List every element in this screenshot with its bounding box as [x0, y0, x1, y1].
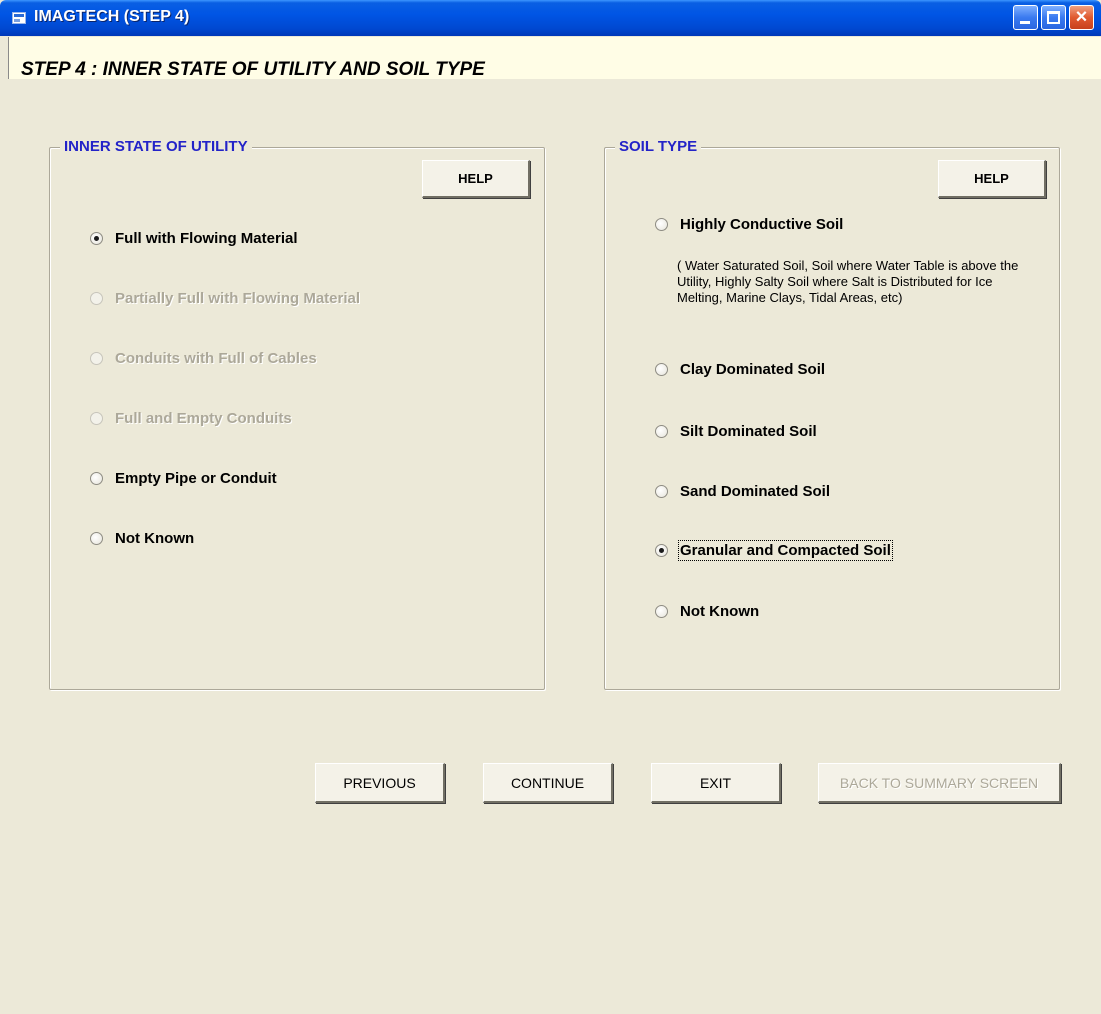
radio-label: Not Known: [115, 530, 195, 547]
radio-partially-full: Partially Full with Flowing Material: [90, 290, 360, 307]
soil-type-frame: SOIL TYPE HELP Highly Conductive Soil ( …: [604, 138, 1060, 690]
inner-state-legend: INNER STATE OF UTILITY: [60, 138, 252, 155]
radio-label: Highly Conductive Soil: [680, 216, 844, 233]
conductive-soil-note: ( Water Saturated Soil, Soil where Water…: [677, 258, 1019, 305]
minimize-icon: [1020, 21, 1030, 24]
radio-full-empty-conduits: Full and Empty Conduits: [90, 410, 292, 427]
radio-label: Clay Dominated Soil: [680, 361, 826, 378]
radio-label: Not Known: [680, 603, 760, 620]
soil-type-legend: SOIL TYPE: [615, 138, 702, 155]
close-button[interactable]: ×: [1069, 5, 1094, 30]
radio-empty-pipe[interactable]: Empty Pipe or Conduit: [90, 470, 277, 487]
previous-button[interactable]: PREVIOUS: [315, 763, 445, 803]
radio-label: Sand Dominated Soil: [680, 483, 831, 500]
close-icon: ×: [1075, 6, 1088, 28]
radio-label: Conduits with Full of Cables: [115, 350, 317, 367]
radio-icon: [90, 292, 103, 305]
back-to-summary-button: BACK TO SUMMARY SCREEN: [818, 763, 1061, 803]
radio-label: Full and Empty Conduits: [115, 410, 292, 427]
step-header: STEP 4 : INNER STATE OF UTILITY AND SOIL…: [8, 37, 1101, 80]
radio-icon: [90, 472, 103, 485]
minimize-button[interactable]: [1013, 5, 1038, 30]
radio-label: Empty Pipe or Conduit: [115, 470, 277, 487]
radio-checked-icon: [655, 544, 668, 557]
radio-inner-not-known[interactable]: Not Known: [90, 530, 194, 547]
radio-clay-dominated[interactable]: Clay Dominated Soil: [655, 361, 825, 378]
radio-label: Granular and Compacted Soil: [678, 540, 893, 561]
maximize-button[interactable]: [1041, 5, 1066, 30]
window-title: IMAGTECH (STEP 4): [34, 8, 190, 25]
title-bar[interactable]: IMAGTECH (STEP 4) ×: [0, 0, 1101, 36]
inner-state-frame: INNER STATE OF UTILITY HELP Full with Fl…: [49, 138, 545, 690]
app-icon: [12, 12, 26, 24]
maximize-icon: [1047, 11, 1060, 24]
exit-button[interactable]: EXIT: [651, 763, 781, 803]
radio-label: Full with Flowing Material: [115, 230, 298, 247]
radio-full-flowing[interactable]: Full with Flowing Material: [90, 230, 298, 247]
radio-icon: [90, 352, 103, 365]
radio-soil-not-known[interactable]: Not Known: [655, 603, 759, 620]
radio-conduits-full-cables: Conduits with Full of Cables: [90, 350, 317, 367]
step-title: STEP 4 : INNER STATE OF UTILITY AND SOIL…: [21, 59, 485, 80]
radio-icon: [90, 532, 103, 545]
radio-icon: [655, 218, 668, 231]
radio-icon: [655, 363, 668, 376]
radio-highly-conductive[interactable]: Highly Conductive Soil: [655, 216, 843, 233]
soil-type-help-button[interactable]: HELP: [938, 160, 1046, 198]
radio-label: Silt Dominated Soil: [680, 423, 817, 440]
radio-icon: [90, 412, 103, 425]
radio-icon: [655, 425, 668, 438]
radio-icon: [655, 485, 668, 498]
continue-button[interactable]: CONTINUE: [483, 763, 613, 803]
radio-silt-dominated[interactable]: Silt Dominated Soil: [655, 423, 817, 440]
radio-checked-icon: [90, 232, 103, 245]
radio-label: Partially Full with Flowing Material: [115, 290, 361, 307]
radio-granular-compacted[interactable]: Granular and Compacted Soil: [655, 540, 893, 561]
inner-state-help-button[interactable]: HELP: [422, 160, 530, 198]
radio-sand-dominated[interactable]: Sand Dominated Soil: [655, 483, 830, 500]
radio-icon: [655, 605, 668, 618]
